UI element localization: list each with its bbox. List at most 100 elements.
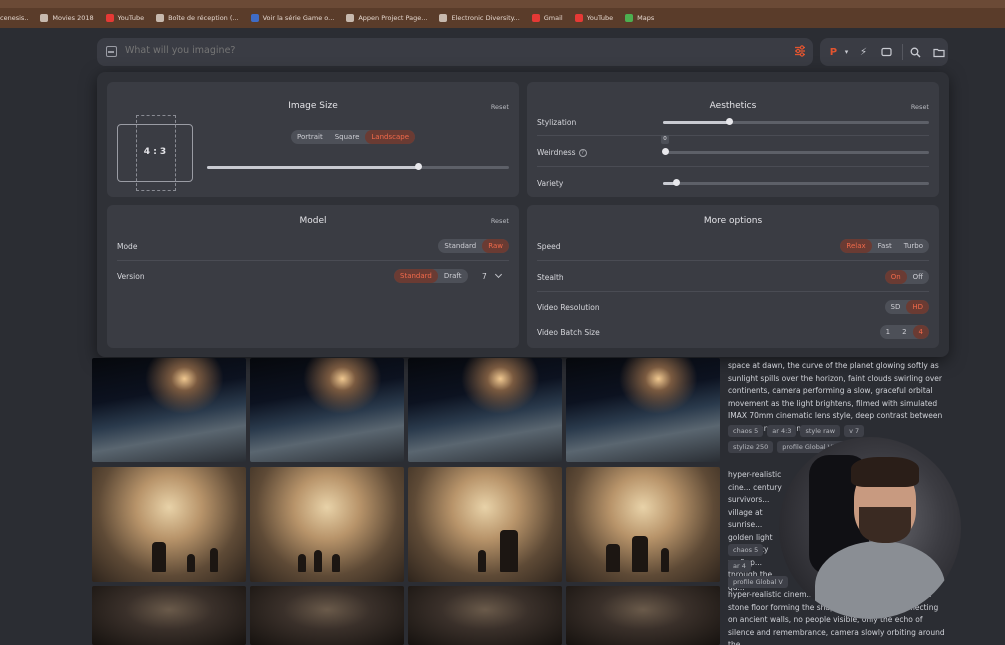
bookmark-item[interactable]: Boîte de réception (...: [156, 14, 239, 22]
seg-stealth-option[interactable]: On: [884, 270, 907, 284]
seg-res-option[interactable]: SD: [885, 300, 907, 314]
speed-toggle: Relax Fast Turbo: [840, 239, 929, 253]
prompt-tag[interactable]: chaos 5: [728, 425, 764, 437]
weirdness-tooltip: 0: [661, 135, 669, 144]
bookmark-favicon-icon: [346, 14, 355, 22]
prompt-tag[interactable]: profile Global V: [728, 576, 788, 588]
aesthetics-reset-button[interactable]: Reset: [911, 103, 929, 111]
weirdness-label-text: Weirdness: [537, 148, 576, 157]
seg-res-option[interactable]: HD: [906, 300, 929, 314]
result-thumbnail[interactable]: [92, 358, 246, 462]
bookmark-favicon-icon: [531, 14, 540, 22]
seg-batch-option[interactable]: 2: [896, 325, 912, 339]
weirdness-slider-knob[interactable]: [662, 148, 670, 155]
result-thumbnail[interactable]: [566, 586, 720, 645]
figure-silhouette: [332, 554, 340, 572]
image-size-slider[interactable]: [207, 163, 509, 170]
bookmark-item[interactable]: cenesis..: [0, 14, 28, 22]
bolt-icon[interactable]: ⚡: [854, 42, 873, 62]
result-thumbnail[interactable]: [250, 467, 404, 582]
seg-size-option[interactable]: Landscape: [365, 130, 415, 144]
stealth-toggle: On Off: [884, 270, 929, 284]
bookmark-label: Movies 2018: [52, 14, 94, 22]
prompt-tag[interactable]: v 7: [844, 425, 865, 437]
seg-mode-option[interactable]: Raw: [482, 239, 509, 253]
aspect-ratio-label: 4 : 3: [143, 147, 167, 157]
prompt-tag[interactable]: ar 4: [728, 560, 751, 572]
orientation-toggle: Portrait Square Landscape: [291, 130, 415, 144]
bookmark-label: cenesis..: [0, 14, 29, 22]
prompt-input[interactable]: [125, 45, 765, 56]
result-thumbnail[interactable]: [250, 586, 404, 645]
figure-silhouette: [478, 550, 486, 572]
bookmark-favicon-icon: [40, 14, 49, 22]
model-card: Model Reset Mode Standard Raw Version Sta…: [107, 205, 519, 348]
sliders-settings-icon[interactable]: [793, 44, 807, 58]
figure-silhouette: [500, 530, 518, 572]
seg-stealth-option[interactable]: Off: [907, 270, 929, 284]
result-thumbnail[interactable]: [408, 586, 562, 645]
seg-mode-option[interactable]: Standard: [438, 239, 482, 253]
result-thumbnail[interactable]: [566, 467, 720, 582]
bookmark-label: Appen Project Page...: [358, 14, 428, 22]
browser-top-strip: [0, 0, 1005, 8]
figure-silhouette: [632, 536, 648, 572]
bookmark-favicon-icon: [156, 14, 165, 22]
version-toggle: Standard Draft: [394, 269, 468, 283]
seg-version-option[interactable]: Draft: [438, 269, 468, 283]
model-reset-button[interactable]: Reset: [491, 217, 509, 225]
seg-speed-option[interactable]: Relax: [840, 239, 872, 253]
result-thumbnail[interactable]: [92, 467, 246, 582]
seg-speed-option[interactable]: Fast: [872, 239, 898, 253]
result-thumbnail[interactable]: [250, 358, 404, 462]
variety-label: Variety: [537, 179, 564, 188]
seg-version-option[interactable]: Standard: [394, 269, 438, 283]
bookmark-item[interactable]: YouTube: [574, 14, 614, 22]
stylization-slider-knob[interactable]: [726, 118, 733, 125]
weirdness-slider[interactable]: [662, 148, 929, 155]
bookmark-item[interactable]: Maps: [625, 14, 654, 22]
bookmark-item[interactable]: Appen Project Page...: [346, 14, 427, 22]
settings-panel: Image Size Reset 4 : 3 Portrait Square Lan…: [97, 72, 949, 357]
aspect-preview: 4 : 3: [117, 115, 193, 191]
bookmark-item[interactable]: Voir la série Game o...: [250, 14, 334, 22]
stylization-slider[interactable]: [663, 118, 929, 125]
prompt-tag[interactable]: style raw: [800, 425, 841, 437]
seg-batch-option[interactable]: 1: [880, 325, 896, 339]
figure-silhouette: [298, 554, 306, 572]
prompt-tag[interactable]: stylize 250: [728, 441, 774, 453]
seg-batch-option[interactable]: 4: [912, 325, 929, 339]
bookmark-label: YouTube: [586, 14, 614, 22]
help-icon[interactable]: ?: [578, 149, 587, 157]
seg-size-option[interactable]: Square: [329, 130, 366, 144]
seg-size-option[interactable]: Portrait: [291, 130, 329, 144]
bookmark-item[interactable]: Gmail: [531, 14, 563, 22]
prompt-tag[interactable]: ar 4:3: [767, 425, 797, 437]
image-size-slider-knob[interactable]: [414, 163, 422, 170]
search-icon[interactable]: [907, 42, 926, 62]
image-size-reset-button[interactable]: Reset: [491, 103, 509, 111]
result-thumbnail[interactable]: [566, 358, 720, 462]
bookmark-item[interactable]: YouTube: [105, 14, 144, 22]
bookmark-label: Boîte de réception (...: [168, 14, 239, 22]
image-upload-icon[interactable]: [106, 46, 117, 57]
result-prompt-text[interactable]: space at dawn, the curve of the planet g…: [728, 360, 958, 435]
folder-icon[interactable]: [929, 42, 948, 62]
version-number-select[interactable]: 7: [482, 272, 487, 281]
bookmark-item[interactable]: Electronic Diversity...: [439, 14, 520, 22]
prompt-tag[interactable]: chaos 5: [728, 544, 764, 556]
bookmark-label: Gmail: [543, 14, 563, 22]
chevron-down-icon[interactable]: ▾: [843, 42, 850, 62]
profile-button[interactable]: P: [824, 42, 843, 62]
result-thumbnail[interactable]: [408, 358, 562, 462]
seg-speed-option[interactable]: Turbo: [898, 239, 929, 253]
result-thumbnail[interactable]: [92, 586, 246, 645]
result-thumbnail[interactable]: [408, 467, 562, 582]
person-beard: [859, 507, 911, 543]
bookmark-item[interactable]: Movies 2018: [40, 14, 94, 22]
version-label: Version: [117, 272, 145, 281]
chevron-down-icon[interactable]: [494, 270, 503, 279]
chat-icon[interactable]: [877, 42, 896, 62]
variety-slider[interactable]: [663, 179, 929, 186]
variety-slider-knob[interactable]: [672, 179, 680, 186]
